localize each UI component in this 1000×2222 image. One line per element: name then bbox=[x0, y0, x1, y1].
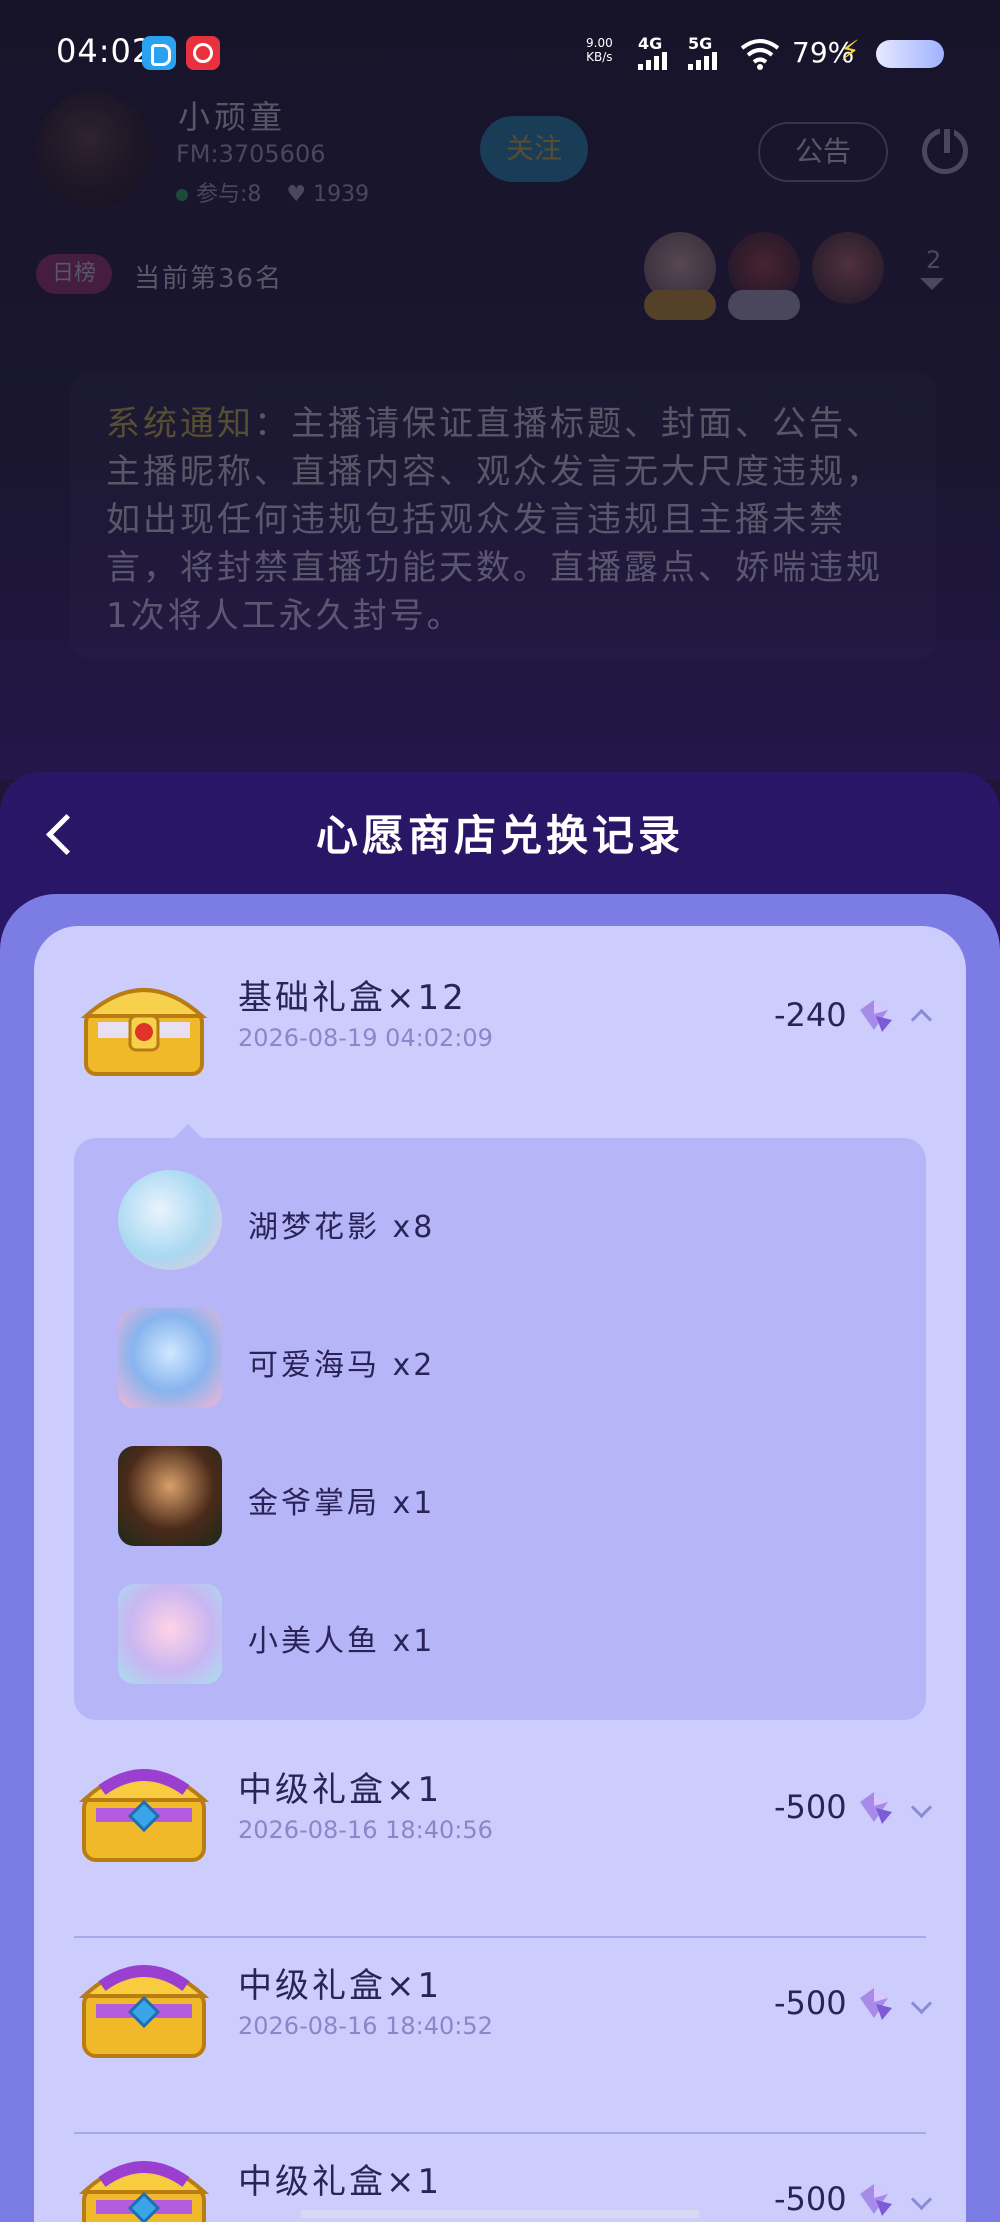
gift-item: 可爱海马 x2 bbox=[118, 1302, 818, 1412]
viewer-tag bbox=[644, 290, 716, 320]
crystal-icon bbox=[860, 1792, 892, 1824]
app-notification-icon bbox=[142, 36, 176, 70]
divider bbox=[74, 2132, 926, 2134]
expand-chevron-icon[interactable] bbox=[910, 2192, 930, 2212]
network-4g-label: 4G bbox=[638, 34, 663, 53]
gift-item: 湖梦花影 x8 bbox=[118, 1164, 818, 1274]
flower-gift-thumb bbox=[118, 1170, 222, 1270]
record-amount: -500 bbox=[774, 1984, 847, 2022]
status-bar: 04:02 9.00 KB/s 4G 5G 79% ⚡ bbox=[0, 0, 1000, 100]
purple-chest-icon bbox=[78, 2161, 210, 2222]
exchange-record-sheet: 心愿商店兑换记录 基础礼盒×12 2026-08-19 04:02:09 -24… bbox=[0, 772, 1000, 2222]
network-5g-label: 5G bbox=[688, 34, 713, 53]
signal-icon-2 bbox=[688, 52, 728, 70]
record-title: 中级礼盒×1 bbox=[238, 2162, 443, 2202]
gift-label: 金爷掌局 x1 bbox=[248, 1486, 436, 1521]
power-icon[interactable] bbox=[922, 125, 968, 174]
app-notification-icon-2 bbox=[186, 36, 220, 70]
record-date: 2026-08-16 18:40:56 bbox=[238, 1816, 493, 1844]
battery-icon bbox=[876, 40, 944, 68]
online-dot-icon bbox=[176, 189, 188, 201]
follow-button[interactable]: 关注 bbox=[480, 116, 588, 182]
collapse-chevron-icon[interactable] bbox=[910, 1004, 930, 1024]
viewer-tag bbox=[728, 290, 800, 320]
record-row[interactable]: 中级礼盒×1 2026-08-16 18:40:56 -500 bbox=[74, 1746, 926, 1886]
seahorse-gift-thumb bbox=[118, 1308, 222, 1408]
gold-chest-icon bbox=[80, 988, 208, 1076]
chevron-down-icon[interactable] bbox=[920, 278, 944, 290]
boss-gift-thumb bbox=[118, 1446, 222, 1546]
notice-button[interactable]: 公告 bbox=[758, 122, 888, 182]
host-avatar[interactable] bbox=[36, 92, 152, 208]
net-speed: 9.00 KB/s bbox=[586, 36, 613, 64]
record-row[interactable]: 基础礼盒×12 2026-08-19 04:02:09 -240 bbox=[74, 956, 926, 1096]
sheet-title: 心愿商店兑换记录 bbox=[315, 811, 684, 860]
signal-icon bbox=[638, 52, 678, 70]
gift-detail-panel: 湖梦花影 x8 可爱海马 x2 金爷掌局 x1 小美人鱼 x1 bbox=[74, 1124, 926, 1720]
record-title: 中级礼盒×1 bbox=[238, 1770, 443, 1810]
record-title: 中级礼盒×1 bbox=[238, 1966, 443, 2006]
gift-label: 可爱海马 x2 bbox=[248, 1348, 436, 1383]
home-indicator[interactable] bbox=[300, 2210, 700, 2218]
record-amount: -500 bbox=[774, 1788, 847, 1826]
system-notice-label: 系统通知 bbox=[106, 404, 254, 444]
divider bbox=[74, 1936, 926, 1938]
heart-icon: ♥ bbox=[286, 182, 307, 207]
record-date: 2026-08-19 04:02:09 bbox=[238, 1024, 493, 1052]
crystal-icon bbox=[860, 2184, 892, 2216]
record-list[interactable]: 基础礼盒×12 2026-08-19 04:02:09 -240 湖梦花影 x8… bbox=[34, 926, 966, 2222]
record-amount: -240 bbox=[774, 996, 847, 1034]
sheet-body[interactable]: 基础礼盒×12 2026-08-19 04:02:09 -240 湖梦花影 x8… bbox=[0, 894, 1000, 2222]
detail-notch bbox=[174, 1124, 202, 1138]
record-amount: -500 bbox=[774, 2180, 847, 2218]
sheet-header: 心愿商店兑换记录 bbox=[0, 772, 1000, 898]
record-title: 基础礼盒×12 bbox=[238, 978, 467, 1018]
rank-badge[interactable]: 日榜 bbox=[36, 254, 113, 294]
crystal-icon bbox=[860, 1988, 892, 2020]
charging-icon: ⚡ bbox=[840, 34, 860, 67]
gift-item: 金爷掌局 x1 bbox=[118, 1440, 818, 1550]
viewer-count[interactable]: 2 bbox=[926, 246, 941, 274]
live-room-background: 小顽童 FM:3705606 参与:8 ♥ 1939 关注 公告 日榜 当前第3… bbox=[0, 0, 1000, 780]
system-notice: 系统通知：主播请保证直播标题、封面、公告、主播昵称、直播内容、观众发言无大尺度违… bbox=[70, 372, 936, 660]
record-row[interactable]: 中级礼盒×1 2026-08-16 18:40:52 -500 bbox=[74, 1942, 926, 2082]
expand-chevron-icon[interactable] bbox=[910, 1996, 930, 2016]
status-time: 04:02 bbox=[56, 32, 154, 70]
record-date: 2026-08-16 18:40:52 bbox=[238, 2012, 493, 2040]
purple-chest-icon bbox=[78, 1769, 210, 1862]
gift-label: 湖梦花影 x8 bbox=[248, 1210, 436, 1245]
purple-chest-icon bbox=[78, 1965, 210, 2058]
rank-text: 当前第36名 bbox=[134, 264, 284, 294]
gift-item: 小美人鱼 x1 bbox=[118, 1578, 818, 1688]
gift-label: 小美人鱼 x1 bbox=[248, 1624, 436, 1659]
crystal-icon bbox=[860, 1000, 892, 1032]
wifi-icon bbox=[740, 39, 780, 70]
mermaid-gift-thumb bbox=[118, 1584, 222, 1684]
host-id: FM:3705606 bbox=[176, 140, 326, 168]
viewer-avatar[interactable] bbox=[812, 232, 884, 304]
expand-chevron-icon[interactable] bbox=[910, 1800, 930, 1820]
host-meta: 参与:8 ♥ 1939 bbox=[176, 176, 369, 208]
